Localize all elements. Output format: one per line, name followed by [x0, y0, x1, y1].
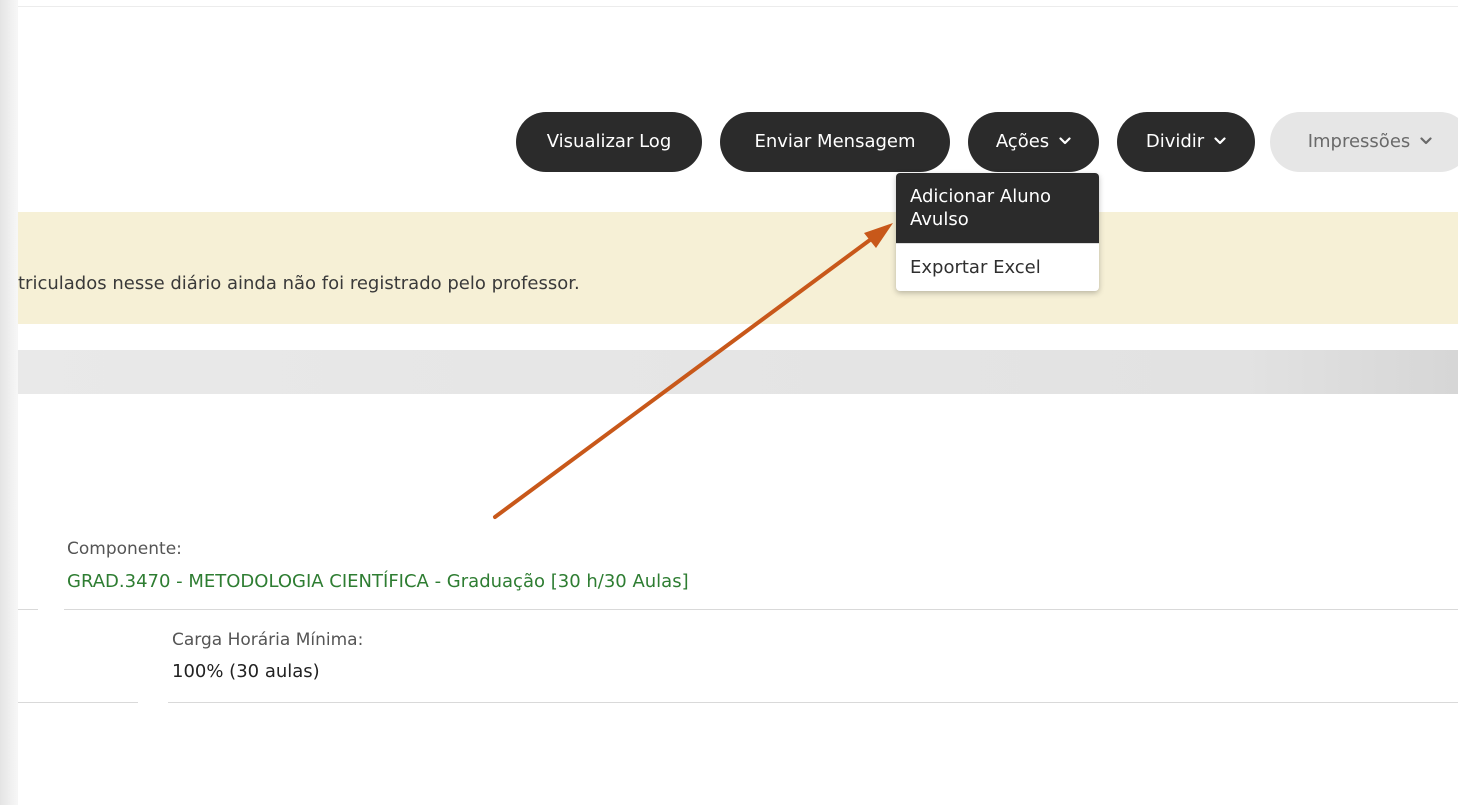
actions-dropdown-button[interactable]: Ações: [968, 112, 1099, 172]
menu-item-add-student[interactable]: Adicionar Aluno Avulso: [896, 173, 1099, 243]
prints-label: Impressões: [1307, 131, 1411, 152]
min-workload-label: Carga Horária Mínima:: [172, 630, 364, 650]
menu-item-export-excel[interactable]: Exportar Excel: [896, 243, 1099, 291]
prints-dropdown-button[interactable]: Impressões: [1270, 112, 1458, 172]
view-log-label: Visualizar Log: [546, 131, 672, 152]
actions-label: Ações: [995, 131, 1050, 152]
send-message-label: Enviar Mensagem: [754, 131, 916, 152]
actions-dropdown-menu: Adicionar Aluno Avulso Exportar Excel: [896, 173, 1099, 291]
left-shadow-strip: [0, 0, 18, 805]
min-workload-value: 100% (30 aulas): [172, 661, 320, 682]
warning-banner: [18, 212, 1458, 324]
top-divider: [18, 0, 1458, 7]
chevron-down-icon: [1420, 110, 1432, 170]
divider: [18, 702, 138, 703]
section-header-bar: [18, 350, 1458, 394]
send-message-button[interactable]: Enviar Mensagem: [720, 112, 950, 172]
component-value: GRAD.3470 - METODOLOGIA CIENTÍFICA - Gra…: [67, 571, 689, 592]
split-label: Dividir: [1145, 131, 1205, 152]
divider: [168, 702, 1458, 703]
divider: [64, 609, 1458, 610]
divider: [18, 609, 38, 610]
split-dropdown-button[interactable]: Dividir: [1117, 112, 1255, 172]
chevron-down-icon: [1214, 110, 1226, 170]
page: Visualizar Log Enviar Mensagem Ações Div…: [0, 0, 1458, 805]
component-label: Componente:: [67, 539, 182, 559]
view-log-button[interactable]: Visualizar Log: [516, 112, 702, 172]
chevron-down-icon: [1059, 110, 1071, 170]
warning-text: triculados nesse diário ainda não foi re…: [18, 273, 580, 294]
